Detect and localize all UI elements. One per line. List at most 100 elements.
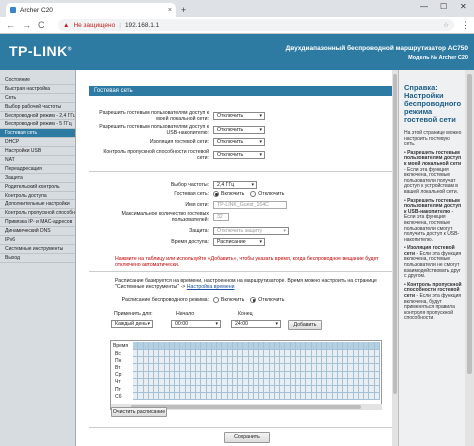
help-panel: Справка: Настройки беспроводного режима … [398,70,465,446]
schedule-cell[interactable] [374,393,380,401]
close-window-button[interactable]: ✕ [460,2,467,11]
sidebar-item[interactable]: Переадресация [0,164,75,174]
sidebar-item[interactable]: Привязка IP- и MAC-адресов [0,218,75,228]
guest-network-on[interactable]: Включить [213,191,244,198]
sidebar-item[interactable]: Настройки USB [0,147,75,157]
access-local-select[interactable]: Отключить [213,112,265,121]
tab-close-icon[interactable]: × [168,7,172,14]
sidebar-item[interactable]: Беспроводной режим - 2,4 ГГц [0,111,75,121]
guest-network-label: Гостевая сеть: [174,191,209,197]
scrollbar-thumb[interactable] [393,74,397,394]
sidebar-item[interactable]: Сеть [0,93,75,103]
schedule-grid[interactable]: Время Вс Пн Вт Ср Чт Пт Сб [110,340,382,410]
page-vscrollbar[interactable] [465,70,474,446]
scrollbar-thumb[interactable] [467,74,472,374]
access-time-select[interactable]: Расписание [213,238,265,246]
divider [89,427,393,428]
schedule-day-label: Пт [115,386,121,393]
sidebar-item[interactable]: Быстрая настройка [0,84,75,94]
max-users-row: Максимальное количество гостевых пользов… [96,211,229,223]
schedule-cell[interactable] [374,357,380,365]
minimize-button[interactable]: — [420,2,428,11]
sidebar-menu: Состояние Быстрая настройка Сеть Выбор рабо… [0,70,76,446]
sidebar-item[interactable]: Контроль доступа [0,191,75,201]
forward-button[interactable]: → [22,20,31,30]
tp-link-logo: TP-LINK® [9,43,72,59]
radio-off-icon [250,191,257,198]
sidebar-item[interactable]: Контроль пропускной способности [0,209,75,219]
start-select[interactable]: 00:00 [171,320,221,328]
schedule-cell[interactable] [374,371,380,379]
add-button[interactable]: Добавить [288,320,322,330]
toolbar: ← → C ▲ Не защищено | 192.168.1.1 ☆ ⋮ [0,17,474,34]
frequency-label: Выбор частоты: [170,181,209,188]
back-button[interactable]: ← [6,20,15,30]
maximize-button[interactable]: ☐ [440,2,447,11]
apply-days-select[interactable]: Каждый день [111,320,153,328]
sidebar-item[interactable]: Защита [0,173,75,183]
time-header: Время [113,343,129,349]
access-usb-select[interactable]: Отключить [213,126,265,135]
reload-button[interactable]: C [38,20,45,30]
access-local-row: Разрешить гостевым пользователям доступ … [96,110,265,122]
sidebar-item[interactable]: IPv6 [0,236,75,245]
schedule-warning: Нажмите на таблицу или используйте «Доба… [115,256,379,268]
browser-tab[interactable]: Archer C20 × [6,3,176,17]
schedule-mode-on[interactable]: Включить [213,297,244,304]
bookmark-star-icon[interactable]: ☆ [443,21,449,29]
sidebar-item[interactable]: Дополнительные настройки [0,200,75,210]
url-text[interactable]: 192.168.1.1 [125,22,159,29]
start-label: Начало [176,311,195,317]
sidebar-item[interactable]: Выбор рабочей частоты [0,102,75,112]
ssid-row: Имя сети: TP-LINK_Guest_164C [96,201,287,209]
section-title: Гостевая сеть [89,86,393,96]
sidebar-item[interactable]: Системные инструменты [0,244,75,254]
sidebar-item[interactable]: Выход [0,253,75,263]
help-title: Справка: Настройки беспроводного режима … [404,83,462,124]
guest-network-row: Гостевая сеть: Включить Отключить [96,191,291,198]
access-local-label: Разрешить гостевым пользователям доступ … [99,110,209,123]
schedule-cell[interactable] [374,386,380,394]
sidebar-item[interactable]: Беспроводной режим - 5 ГГц [0,120,75,130]
isolation-select[interactable]: Отключить [213,138,265,146]
schedule-cell[interactable] [374,378,380,386]
new-tab-button[interactable]: + [181,5,186,15]
sidebar-item[interactable]: Родительский контроль [0,182,75,192]
schedule-time-header-cell [374,342,380,350]
save-button[interactable]: Сохранить [224,432,270,443]
sidebar-list: Состояние Быстрая настройка Сеть Выбор рабо… [0,76,75,263]
address-bar[interactable]: ▲ Не защищено | 192.168.1.1 ☆ [58,19,454,31]
end-label: Конец [238,311,253,317]
browser-menu-icon[interactable]: ⋮ [461,20,470,31]
sidebar-item[interactable]: Динамический DNS [0,227,75,237]
security-row: Защита: Отключить защиту [96,227,289,235]
frequency-select[interactable]: 2,4 ГГц [213,181,257,189]
end-select[interactable]: 24:00 [231,320,281,328]
help-item: • Контроль пропускной способности гостев… [404,281,462,322]
schedule-cell[interactable] [374,364,380,372]
guest-network-radios: Включить Отключить [213,191,291,198]
security-label: Не защищено [73,21,116,29]
schedule-day-label: Вс [115,350,121,357]
warning-icon: ▲ [63,21,70,29]
sidebar-item[interactable]: DHCP [0,138,75,148]
access-usb-row: Разрешить гостевым пользователям доступ … [96,124,265,136]
sidebar-item[interactable]: NAT [0,156,75,165]
schedule-note-text: Расписание базируется на времени, настро… [115,278,377,290]
header-title: Двухдиапазонный беспроводной маршрутизат… [285,45,468,52]
isolation-row: Изоляция гостевой сети: Отключить [96,138,265,146]
time-settings-link[interactable]: Настройка времени [187,284,235,290]
bandwidth-select[interactable]: Отключить [213,151,265,160]
security-select[interactable]: Отключить защиту [213,227,289,235]
favicon-icon [10,7,16,13]
sidebar-item[interactable]: Гостевая сеть [0,129,75,139]
schedule-cell[interactable] [374,350,380,358]
clear-schedule-button[interactable]: Очистить расписание [111,407,167,417]
schedule-day-label: Ср [115,372,122,379]
sidebar-item[interactable]: Состояние [0,76,75,85]
ssid-input[interactable]: TP-LINK_Guest_164C [213,201,287,209]
guest-network-off[interactable]: Отключить [250,191,285,198]
schedule-mode-off[interactable]: Отключить [250,297,285,304]
max-users-input[interactable]: 32 [213,213,229,222]
access-usb-label: Разрешить гостевым пользователям доступ … [99,124,209,137]
